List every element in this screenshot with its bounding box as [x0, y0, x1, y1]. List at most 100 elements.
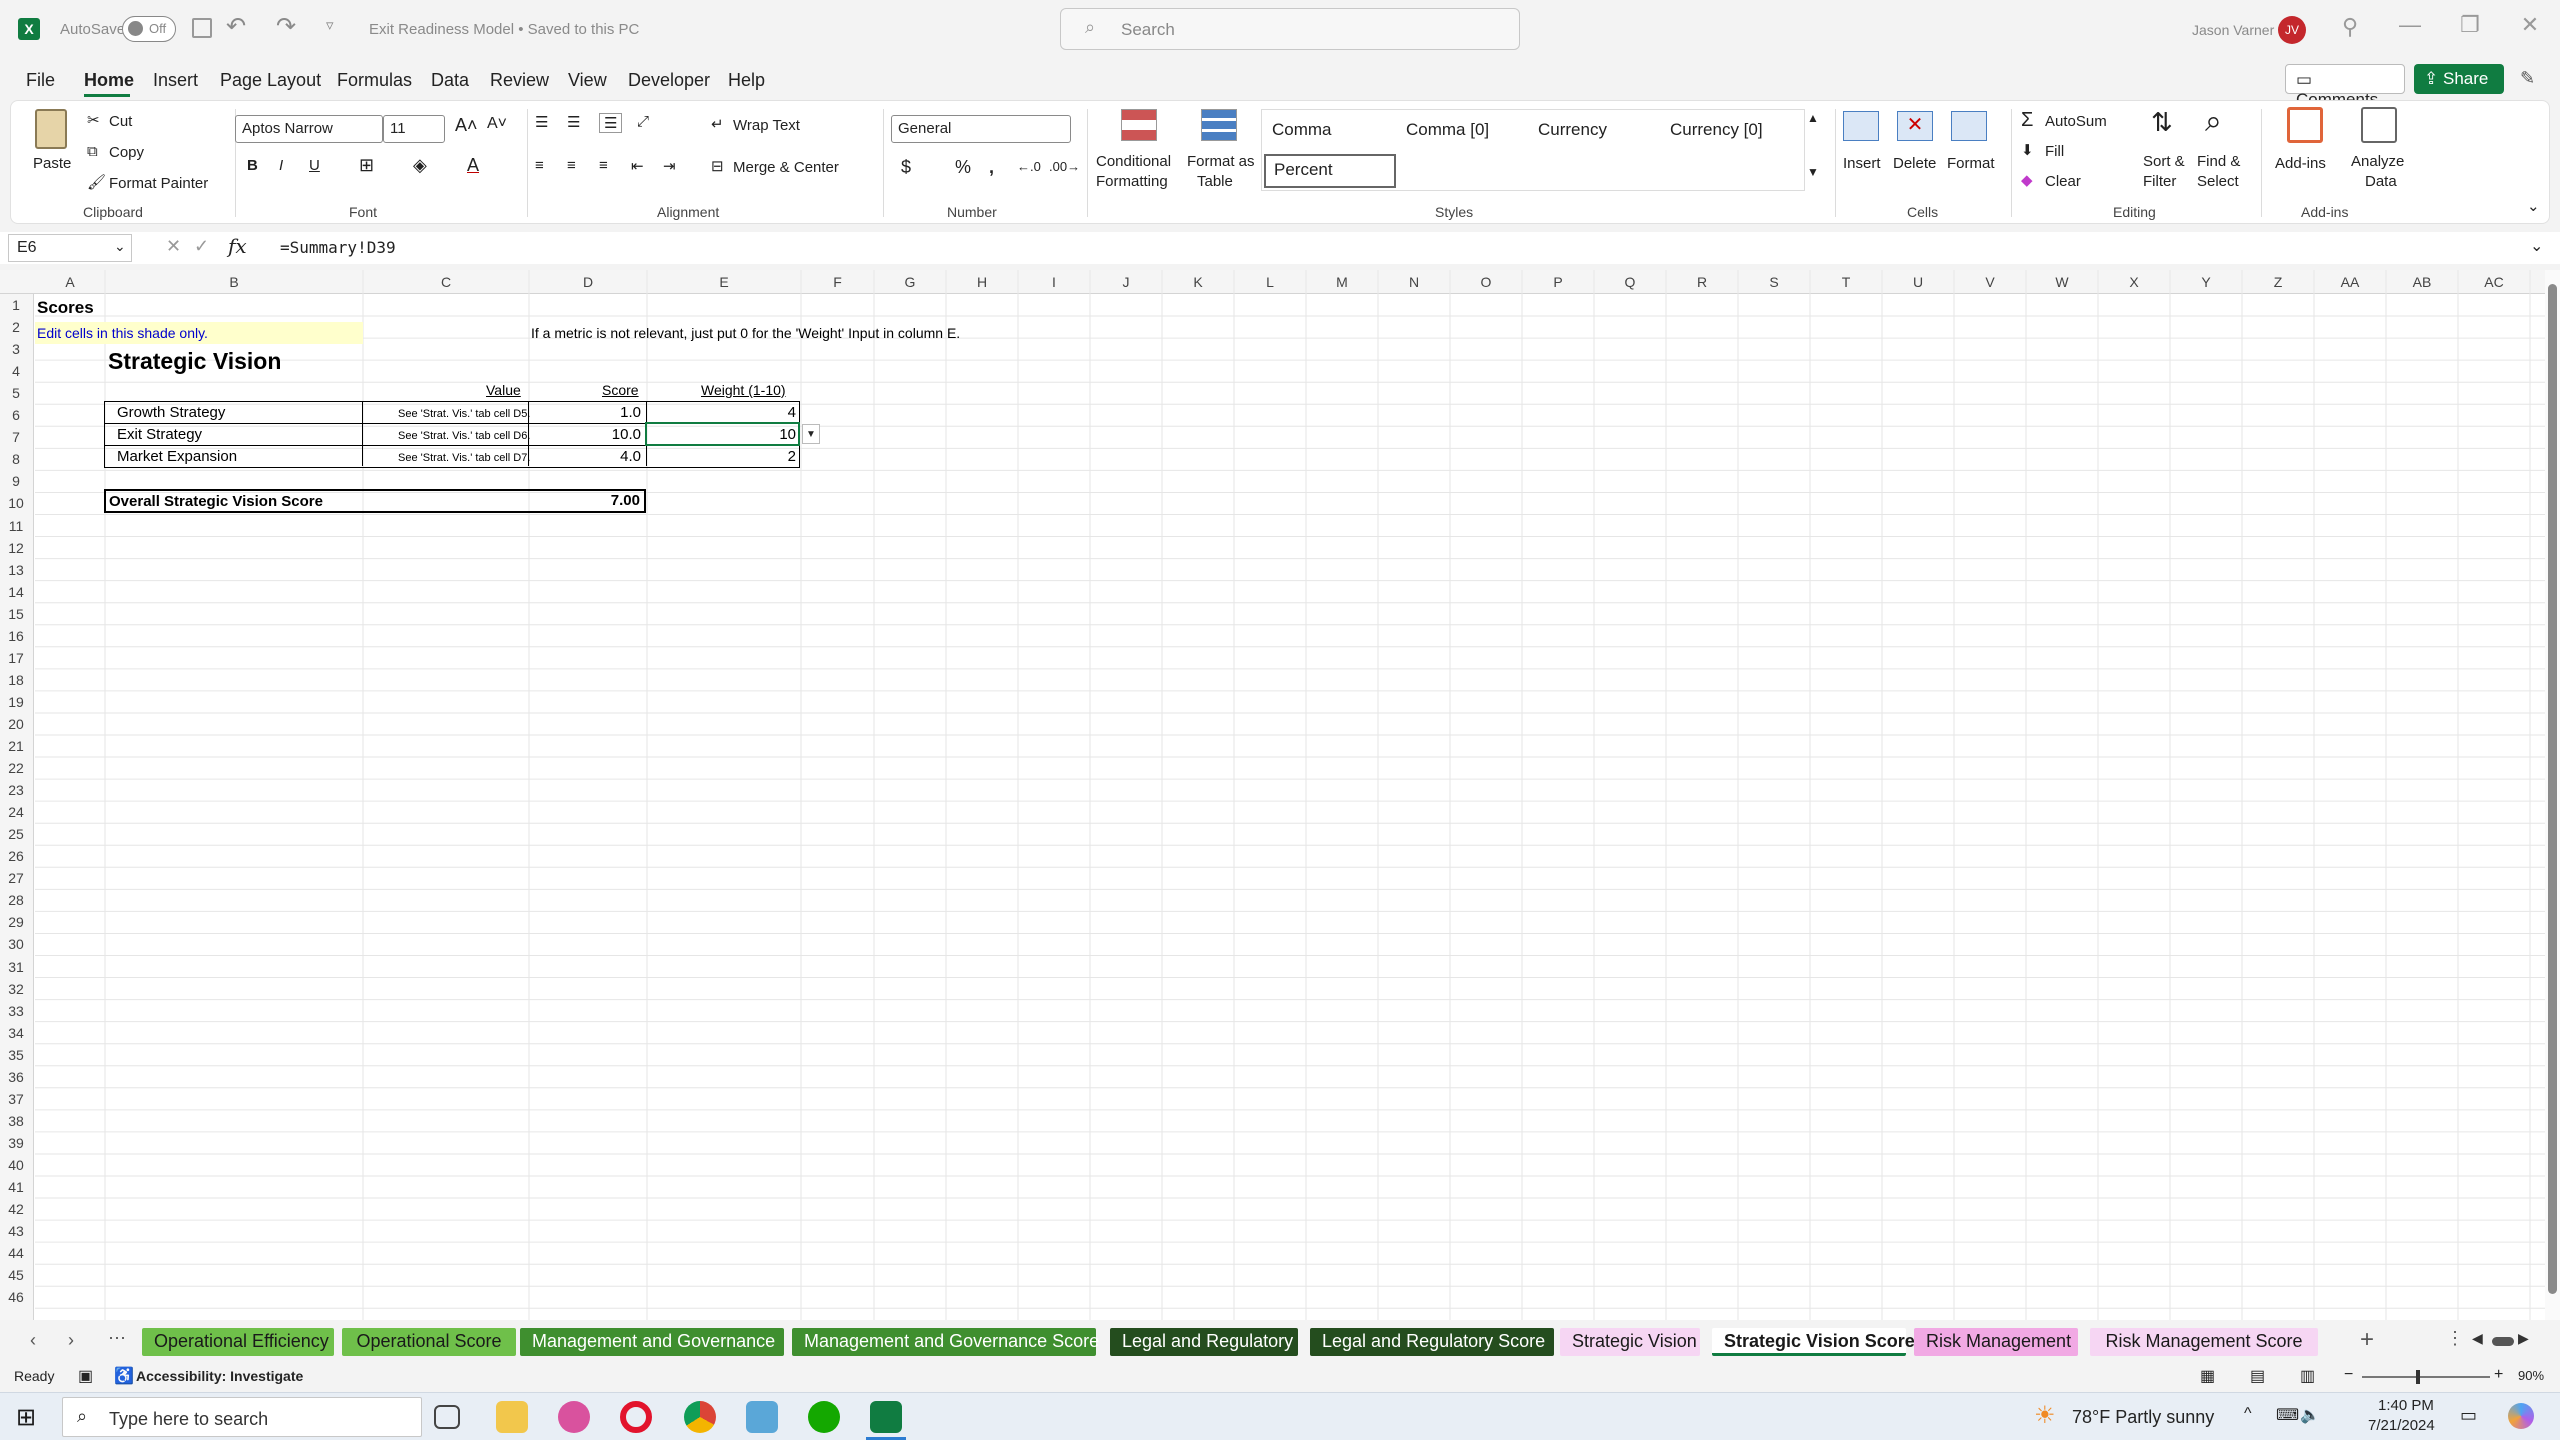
number-format-select[interactable]: General [891, 115, 1071, 143]
align-bottom-icon[interactable]: ☰ [599, 113, 623, 133]
tab-review[interactable]: Review [490, 70, 549, 91]
metric-value[interactable]: See 'Strat. Vis.' tab cell D6. [398, 430, 530, 442]
style-comma[interactable]: Comma [1272, 120, 1332, 140]
close-icon[interactable]: ✕ [2510, 12, 2550, 38]
insert-function-icon[interactable]: fx [228, 234, 247, 258]
tab-insert[interactable]: Insert [153, 70, 198, 91]
metric-name[interactable]: Market Expansion [117, 448, 237, 465]
section-title[interactable]: Strategic Vision [108, 348, 281, 375]
borders-icon[interactable]: ⊞ [359, 155, 374, 176]
worksheet-grid[interactable]: A B C D E F G H I J K L M N O P Q R S T U V W X Y Z AA AB AC 1234567… [0, 270, 2545, 1320]
windows-start-icon[interactable]: ⊞ [16, 1403, 36, 1432]
tab-home[interactable]: Home [84, 70, 134, 91]
clear-button[interactable]: Clear [2045, 173, 2081, 190]
lightbulb-icon[interactable]: ⚲ [2330, 14, 2370, 40]
metric-value[interactable]: See 'Strat. Vis.' tab cell D5. [398, 408, 530, 420]
header-score[interactable]: Score [602, 382, 639, 398]
orientation-icon[interactable]: ⤢ [637, 113, 649, 130]
cancel-icon[interactable]: ✕ [166, 236, 181, 257]
style-percent[interactable]: Percent [1264, 154, 1396, 188]
cell-a1[interactable]: Scores [37, 298, 94, 318]
metric-value[interactable]: See 'Strat. Vis.' tab cell D7. [398, 452, 530, 464]
align-center-icon[interactable]: ≡ [567, 157, 576, 174]
macro-record-icon[interactable]: ▣ [78, 1366, 93, 1386]
insert-cells-button[interactable]: Insert [1843, 155, 1881, 172]
collapse-ribbon-icon[interactable]: ⌄ [2527, 197, 2540, 215]
file-explorer-icon[interactable] [496, 1401, 528, 1433]
zoom-in-icon[interactable]: + [2494, 1366, 2503, 1384]
share-button[interactable]: ⇪ Share [2414, 64, 2504, 94]
minimize-icon[interactable]: — [2390, 12, 2430, 38]
metric-score[interactable]: 4.0 [561, 448, 641, 465]
analyze-data-button[interactable]: Analyze [2351, 153, 2404, 170]
header-value[interactable]: Value [486, 382, 521, 398]
style-comma-0[interactable]: Comma [0] [1406, 120, 1489, 140]
upwork-icon[interactable] [808, 1401, 840, 1433]
paste-button[interactable]: Paste [33, 155, 71, 172]
sheet-tab[interactable]: Management and Governance Score [792, 1328, 1099, 1356]
sheet-tab[interactable]: Legal and Regulatory Score [1310, 1328, 1554, 1356]
percent-format-icon[interactable]: % [955, 157, 971, 178]
undo-icon[interactable]: ↶ [226, 12, 246, 41]
prev-sheet-icon[interactable]: ‹ [30, 1330, 36, 1351]
sheet-tab[interactable]: Management and Governance [520, 1328, 784, 1356]
tab-formulas[interactable]: Formulas [337, 70, 412, 91]
metric-weight[interactable]: 10 [716, 426, 796, 443]
more-sheets-icon[interactable]: ⋯ [108, 1328, 126, 1349]
page-break-view-icon[interactable]: ▥ [2300, 1366, 2315, 1386]
sheet-tab[interactable]: Strategic Vision Score [1712, 1328, 1915, 1356]
tab-data[interactable]: Data [431, 70, 469, 91]
tab-file[interactable]: File [26, 70, 55, 91]
network-icon[interactable]: ⌨ [2276, 1405, 2299, 1425]
page-layout-view-icon[interactable]: ▤ [2250, 1366, 2265, 1386]
weather-text[interactable]: 78°F Partly sunny [2072, 1407, 2214, 1428]
chrome-icon[interactable] [684, 1401, 716, 1433]
fill-color-icon[interactable]: ◈ [413, 155, 427, 176]
metric-score[interactable]: 10.0 [561, 426, 641, 443]
save-icon[interactable] [192, 18, 212, 38]
metric-score[interactable]: 1.0 [561, 404, 641, 421]
format-painter-button[interactable]: Format Painter [109, 175, 208, 192]
volume-icon[interactable]: 🔈 [2300, 1405, 2320, 1425]
font-name-select[interactable]: Aptos Narrow [235, 115, 383, 143]
restore-icon[interactable]: ❐ [2450, 12, 2490, 38]
sheet-tab[interactable]: Risk Management Score [2090, 1328, 2318, 1356]
wrap-text-button[interactable]: Wrap Text [733, 117, 800, 134]
comma-format-icon[interactable]: , [989, 157, 994, 178]
sheet-tab[interactable]: Operational Efficiency [142, 1328, 334, 1356]
next-sheet-icon[interactable]: › [68, 1330, 74, 1351]
notifications-icon[interactable]: ▭ [2460, 1405, 2477, 1426]
clock-time[interactable]: 1:40 PM [2378, 1397, 2434, 1414]
metric-name[interactable]: Exit Strategy [117, 426, 202, 443]
delete-cells-button[interactable]: Delete [1893, 155, 1936, 172]
excel-taskbar-icon[interactable] [870, 1401, 902, 1433]
pen-icon[interactable]: ✎ [2520, 68, 2535, 89]
align-left-icon[interactable]: ≡ [535, 157, 544, 174]
comments-button[interactable]: ▭ Comments [2285, 64, 2405, 109]
vertical-scrollbar[interactable] [2545, 270, 2560, 1320]
cut-button[interactable]: Cut [109, 113, 132, 130]
search-input[interactable]: ⌕ Search [1060, 8, 1520, 50]
cell-a2[interactable]: Edit cells in this shade only. [37, 325, 208, 341]
document-title[interactable]: Exit Readiness Model • Saved to this PC [369, 21, 639, 38]
normal-view-icon[interactable]: ▦ [2200, 1366, 2215, 1386]
dropdown-arrow-icon[interactable]: ▼ [802, 424, 820, 444]
bold-button[interactable]: B [247, 157, 258, 174]
metric-weight[interactable]: 4 [716, 404, 796, 421]
autosave-toggle[interactable]: Off [122, 16, 176, 42]
task-view-icon[interactable] [434, 1405, 460, 1429]
app-icon[interactable] [746, 1401, 778, 1433]
metric-name[interactable]: Growth Strategy [117, 404, 225, 421]
add-ins-button[interactable]: Add-ins [2275, 155, 2326, 172]
new-sheet-icon[interactable]: + [2360, 1326, 2374, 1354]
sheet-options-icon[interactable]: ⋮ [2446, 1328, 2464, 1349]
overall-score-value[interactable]: 7.00 [560, 492, 640, 509]
taskbar-search[interactable]: ⌕ Type here to search [62, 1397, 422, 1437]
tab-developer[interactable]: Developer [628, 70, 710, 91]
copy-button[interactable]: Copy [109, 144, 144, 161]
sort-filter-button[interactable]: Sort & [2143, 153, 2185, 170]
style-currency[interactable]: Currency [1538, 120, 1607, 140]
quick-access-icon[interactable]: ▿ [326, 16, 334, 34]
zoom-out-icon[interactable]: − [2344, 1366, 2353, 1384]
underline-button[interactable]: U [309, 157, 320, 174]
